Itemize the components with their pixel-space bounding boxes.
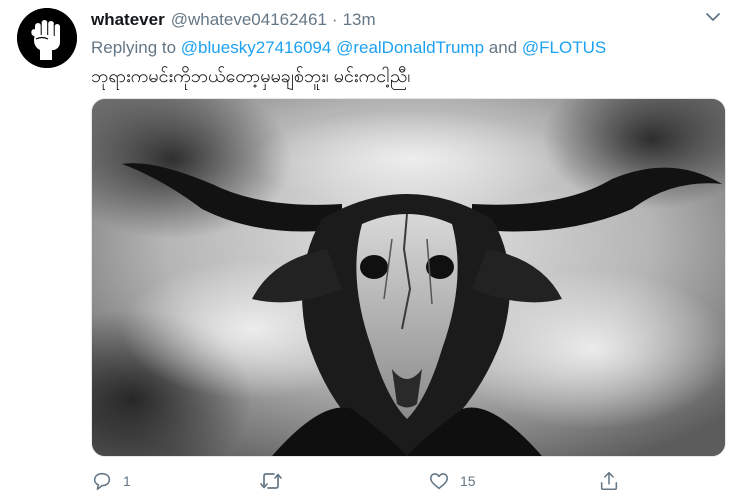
mention-bluesky[interactable]: @bluesky27416094 (181, 38, 332, 57)
timestamp[interactable]: 13m (343, 10, 376, 29)
retweet-icon (260, 473, 282, 489)
user-handle[interactable]: @whateve04162461 (171, 10, 327, 29)
like-button[interactable]: 15 (428, 468, 476, 494)
retweet-button[interactable] (259, 468, 293, 494)
reply-icon (93, 472, 111, 491)
heart-icon (429, 473, 449, 490)
share-icon (600, 471, 618, 491)
tweet-media-image[interactable] (91, 98, 726, 457)
mention-realdonaldtrump[interactable]: @realDonaldTrump (336, 38, 484, 57)
separator-dot: · (331, 10, 338, 29)
tweet-header: whatever @whateve04162461 · 13m (91, 9, 376, 31)
reply-count: 1 (123, 473, 131, 489)
avatar[interactable] (17, 8, 77, 68)
like-count: 15 (460, 473, 476, 489)
mention-flotus[interactable]: @FLOTUS (522, 38, 606, 57)
replying-to-label: Replying to (91, 38, 177, 57)
reply-button[interactable]: 1 (91, 468, 131, 494)
display-name[interactable]: whatever (91, 10, 165, 29)
and-label: and (488, 38, 518, 57)
goat-skull-photo (92, 99, 725, 456)
replying-to-line: Replying to @bluesky27416094 @realDonald… (91, 37, 606, 59)
tweet-text: ဘုရားကမင်းကိုဘယ်တော့မှမချစ်ဘူး၊ မင်းကငါ့… (91, 66, 411, 86)
share-button[interactable] (598, 468, 630, 494)
raised-fist-icon (17, 8, 77, 68)
tweet-actions: 1 15 (91, 468, 724, 494)
chevron-down-icon[interactable] (704, 10, 722, 24)
tweet-card[interactable]: whatever @whateve04162461 · 13m Replying to… (0, 0, 742, 502)
